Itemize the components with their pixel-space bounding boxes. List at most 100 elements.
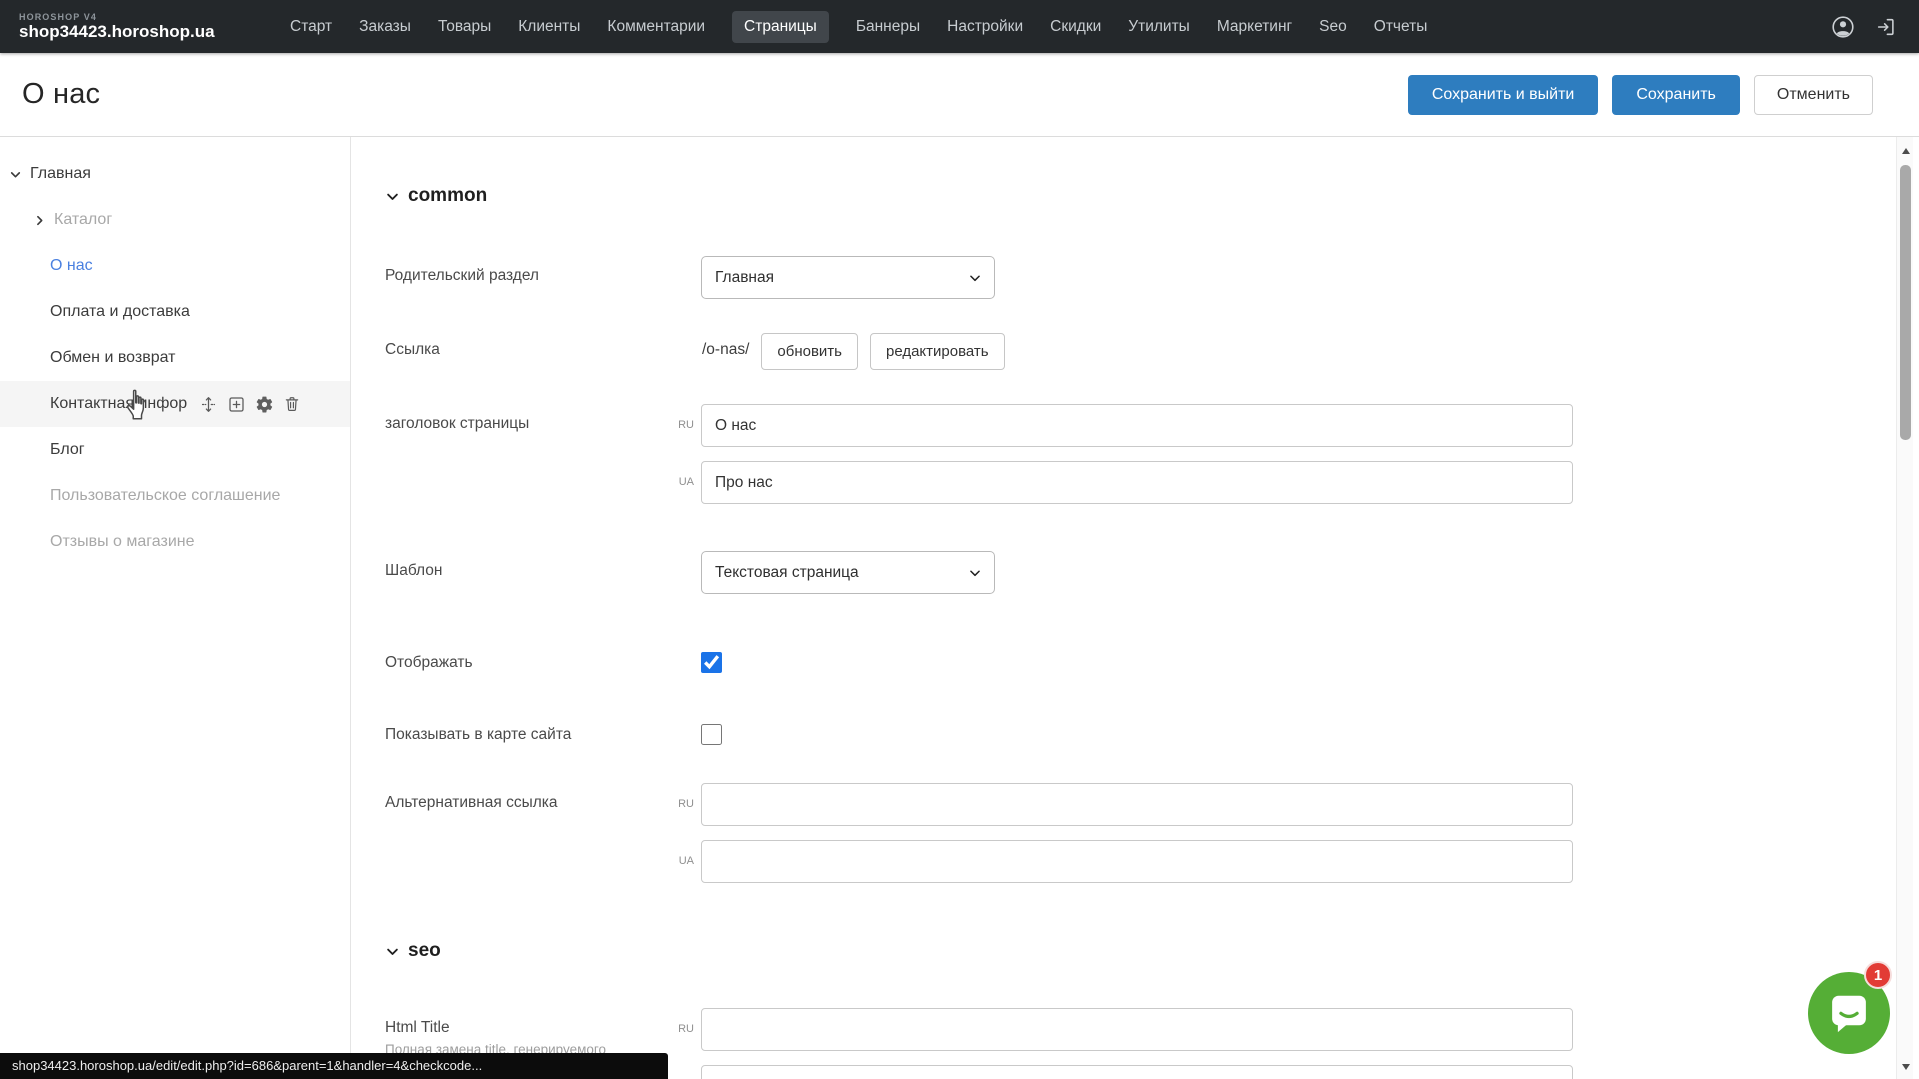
- tree-item-label: Оплата и доставка: [50, 303, 190, 321]
- field-label: Отображать: [385, 654, 657, 672]
- nav-item-reports[interactable]: Отчеты: [1374, 11, 1428, 43]
- field-alt-link: Альтернативная ссылка RU UA: [385, 783, 1919, 883]
- nav-item-pages-active[interactable]: Страницы: [732, 11, 829, 43]
- chevron-down-icon: [385, 189, 401, 204]
- chevron-right-icon[interactable]: [32, 214, 46, 227]
- scrollbar-up-arrow[interactable]: [1897, 143, 1914, 159]
- html-title-ua-input[interactable]: [701, 1065, 1573, 1079]
- refresh-link-button[interactable]: обновить: [761, 333, 858, 370]
- html-title-ru-input[interactable]: [701, 1008, 1573, 1051]
- field-label: Родительский раздел: [385, 256, 657, 285]
- nav-item-settings[interactable]: Настройки: [947, 11, 1023, 43]
- section-seo[interactable]: seo: [385, 938, 1919, 964]
- link-buttons: обновить редактировать: [761, 333, 1004, 370]
- nav-item-utilities[interactable]: Утилиты: [1128, 11, 1190, 43]
- tree-item-shop-reviews[interactable]: Отзывы о магазине: [0, 519, 350, 565]
- nav-item-banners[interactable]: Баннеры: [856, 11, 920, 43]
- sitemap-checkbox[interactable]: [701, 724, 722, 745]
- page-title: О нас: [22, 78, 100, 111]
- chevron-down-icon[interactable]: [8, 168, 22, 181]
- save-and-exit-button[interactable]: Сохранить и выйти: [1408, 75, 1599, 115]
- template-select[interactable]: Текстовая страница: [701, 551, 995, 594]
- field-page-title: заголовок страницы RU UA: [385, 404, 1919, 504]
- nav-item-clients[interactable]: Клиенты: [518, 11, 580, 43]
- field-label: Альтернативная ссылка: [385, 783, 657, 812]
- settings-gear-icon[interactable]: [254, 394, 274, 414]
- lang-tag-ua: UA: [657, 461, 701, 504]
- navbar-right-icons: [1831, 15, 1898, 39]
- add-page-icon[interactable]: [226, 394, 246, 414]
- field-label: Html Title: [385, 1019, 657, 1037]
- field-link: Ссылка /o-nas/ обновить редактировать: [385, 333, 1919, 370]
- tree-item-label: Пользовательское соглашение: [50, 487, 280, 505]
- delete-trash-icon[interactable]: [282, 394, 302, 414]
- section-common[interactable]: common: [385, 183, 1919, 209]
- pages-tree-sidebar: Главная Каталог О нас Оплата и доставка …: [0, 137, 351, 1079]
- lang-tag-ru: RU: [657, 783, 701, 826]
- browser-link-statusbar: shop34423.horoshop.ua/edit/edit.php?id=6…: [0, 1053, 668, 1079]
- page-title-ua-input[interactable]: [701, 461, 1573, 504]
- section-title: common: [408, 185, 487, 207]
- tree-item-main[interactable]: Главная: [0, 151, 350, 197]
- html-title-inputs: RU UA: [657, 1008, 1573, 1079]
- tree-item-label: Обмен и возврат: [50, 349, 175, 367]
- scrollbar-down-arrow[interactable]: [1897, 1059, 1914, 1075]
- field-label: Шаблон: [385, 551, 657, 580]
- tree-item-label: Контактная инфор: [50, 395, 187, 413]
- main-menu: Старт Заказы Товары Клиенты Комментарии …: [290, 11, 1427, 43]
- field-display: Отображать: [385, 652, 1919, 673]
- nav-item-start[interactable]: Старт: [290, 11, 332, 43]
- chevron-down-icon: [968, 566, 982, 580]
- display-checkbox[interactable]: [701, 652, 722, 673]
- tree-item-blog[interactable]: Блог: [0, 427, 350, 473]
- tree-item-label: Каталог: [54, 211, 112, 229]
- top-navbar: HOROSHOP V4 shop34423.horoshop.ua Старт …: [0, 0, 1919, 53]
- nav-item-orders[interactable]: Заказы: [359, 11, 411, 43]
- field-label: Показывать в карте сайта: [385, 726, 657, 744]
- alt-link-inputs: RU UA: [657, 783, 1573, 883]
- tree-item-payment-delivery[interactable]: Оплата и доставка: [0, 289, 350, 335]
- page-header: О нас Сохранить и выйти Сохранить Отмени…: [0, 53, 1919, 137]
- tree-item-label: Отзывы о магазине: [50, 533, 195, 551]
- field-sitemap: Показывать в карте сайта: [385, 724, 1919, 745]
- field-label-block: Html Title Полная замена title, генериру…: [385, 1008, 657, 1058]
- move-icon[interactable]: [198, 394, 218, 414]
- alt-link-ru-input[interactable]: [701, 783, 1573, 826]
- nav-item-marketing[interactable]: Маркетинг: [1217, 11, 1292, 43]
- body-area: Главная Каталог О нас Оплата и доставка …: [0, 137, 1919, 1079]
- tree-item-contact-info-hovered[interactable]: Контактная инфор: [0, 381, 350, 427]
- field-template: Шаблон Текстовая страница: [385, 551, 1919, 594]
- nav-item-products[interactable]: Товары: [438, 11, 491, 43]
- logo-version-text: HOROSHOP V4: [19, 12, 207, 22]
- tree-item-label: Блог: [50, 441, 85, 459]
- nav-item-seo[interactable]: Seo: [1319, 11, 1347, 43]
- lang-tag-ua: UA: [657, 840, 701, 883]
- save-button[interactable]: Сохранить: [1612, 75, 1740, 115]
- logout-icon[interactable]: [1874, 15, 1898, 39]
- tree-item-about-selected[interactable]: О нас: [0, 243, 350, 289]
- nav-item-comments[interactable]: Комментарии: [607, 11, 705, 43]
- select-value: Текстовая страница: [715, 564, 968, 582]
- cancel-button[interactable]: Отменить: [1754, 75, 1873, 115]
- edit-link-button[interactable]: редактировать: [870, 333, 1005, 370]
- tree-item-exchange-return[interactable]: Обмен и возврат: [0, 335, 350, 381]
- page-title-ru-input[interactable]: [701, 404, 1573, 447]
- parent-section-select[interactable]: Главная: [701, 256, 995, 299]
- vertical-scrollbar: [1896, 137, 1913, 1079]
- chevron-down-icon: [968, 271, 982, 285]
- user-account-icon[interactable]: [1831, 15, 1855, 39]
- app-logo[interactable]: HOROSHOP V4 shop34423.horoshop.ua: [19, 12, 207, 42]
- tree-item-label: Главная: [30, 165, 91, 183]
- scrollbar-thumb[interactable]: [1900, 165, 1911, 440]
- tree-item-user-agreement[interactable]: Пользовательское соглашение: [0, 473, 350, 519]
- nav-item-discounts[interactable]: Скидки: [1050, 11, 1101, 43]
- page-edit-form: common Родительский раздел Главная Ссылк…: [351, 137, 1919, 1079]
- alt-link-ua-input[interactable]: [701, 840, 1573, 883]
- support-chat-button[interactable]: 1: [1808, 972, 1890, 1054]
- link-path-value: /o-nas/: [702, 341, 749, 359]
- page-title-inputs: RU UA: [657, 404, 1573, 504]
- tree-item-catalog[interactable]: Каталог: [0, 197, 350, 243]
- select-value: Главная: [715, 269, 968, 287]
- tree-item-label: О нас: [50, 257, 93, 275]
- section-title: seo: [408, 940, 441, 962]
